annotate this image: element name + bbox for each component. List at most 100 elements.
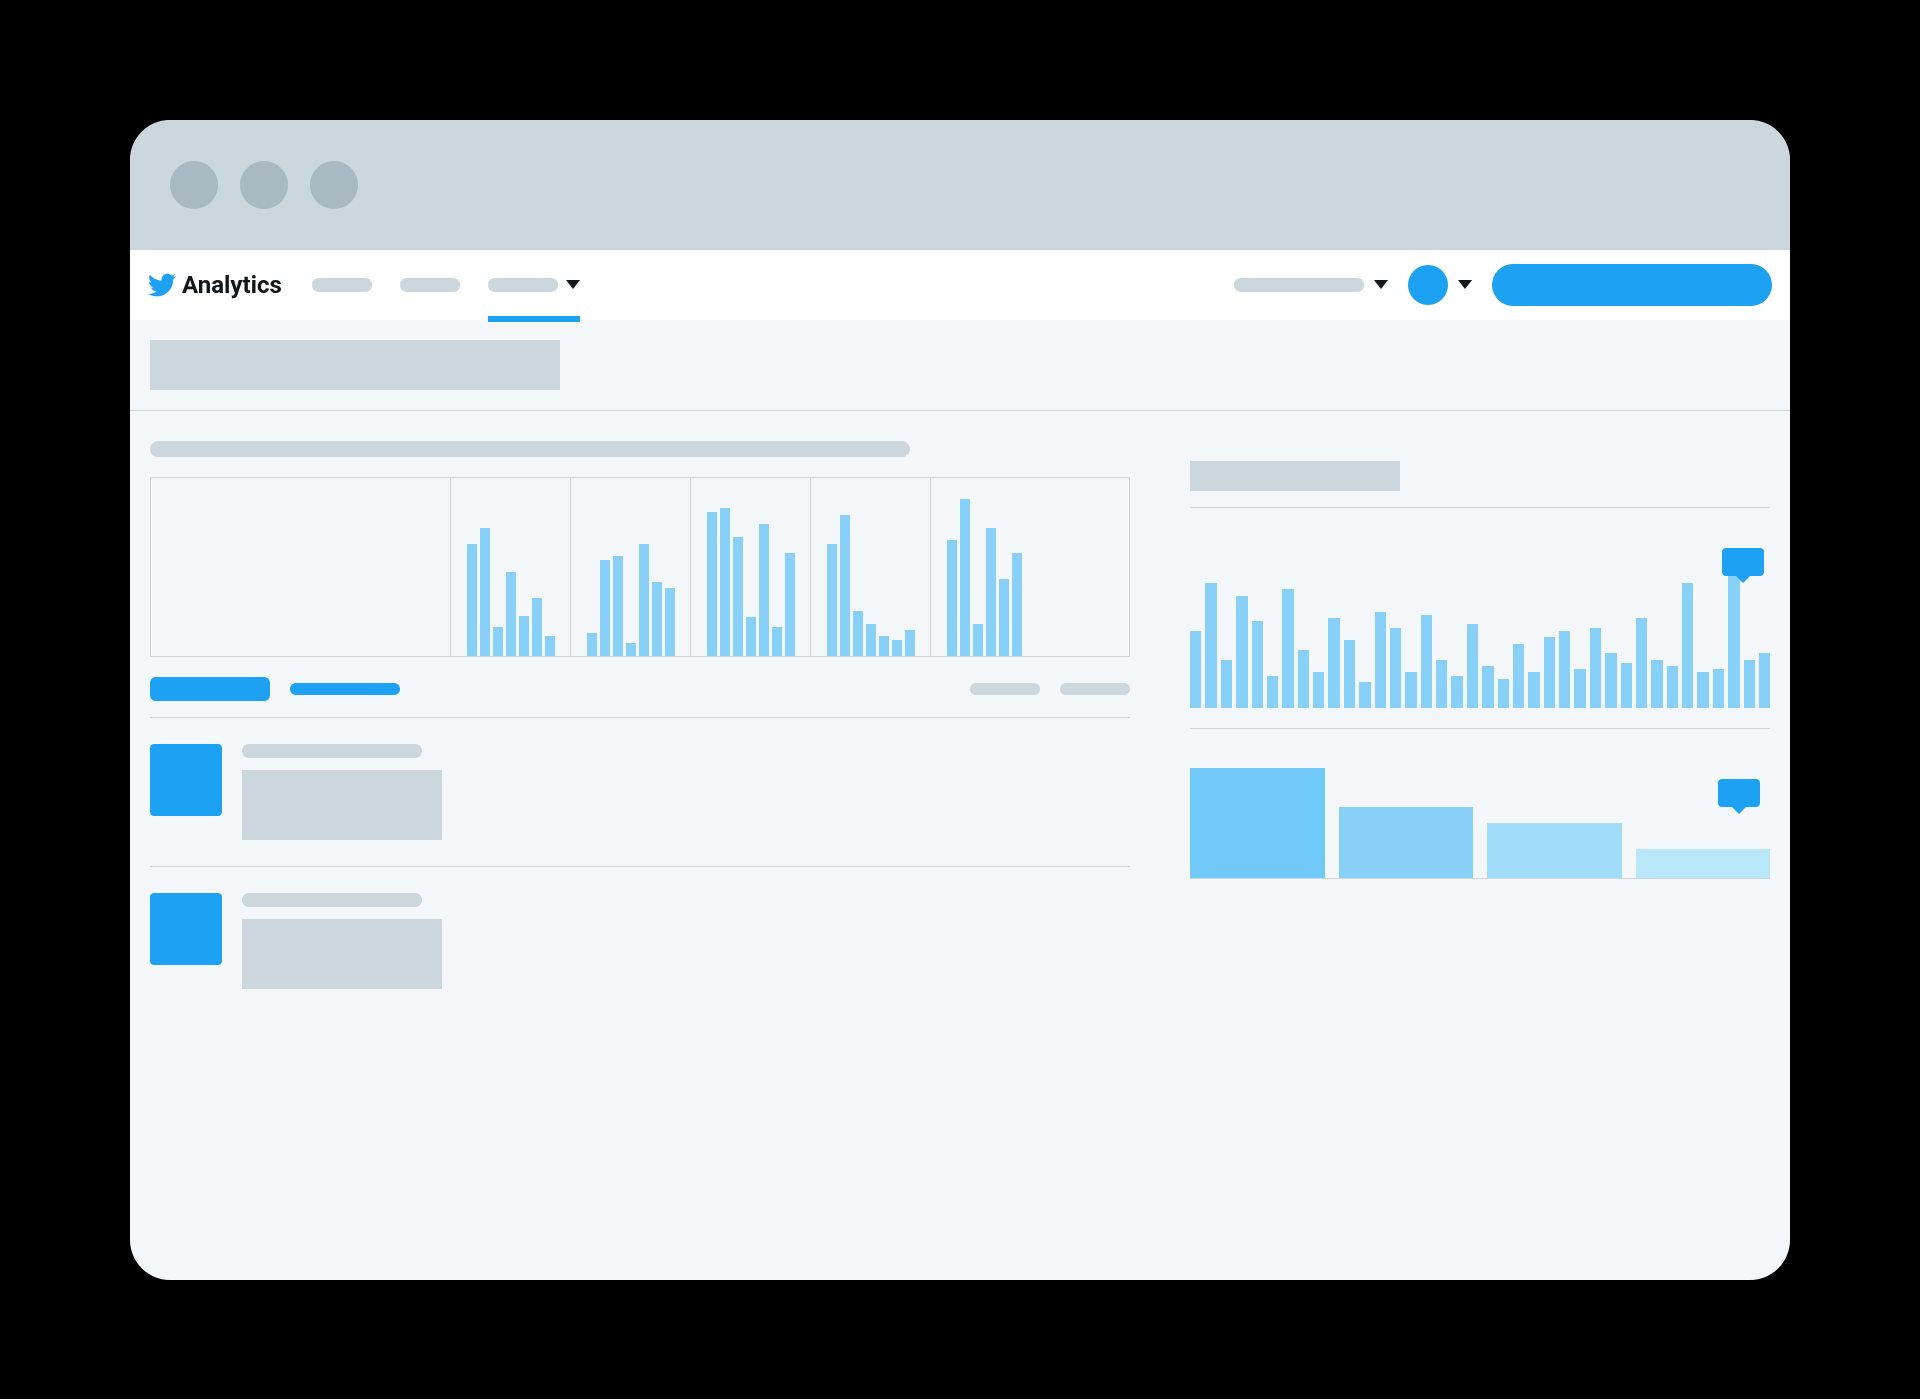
chart-bar xyxy=(1313,672,1324,707)
chart-bar xyxy=(1513,644,1524,708)
chart-bar xyxy=(960,499,970,656)
app-window: Analytics xyxy=(130,120,1790,1280)
chart-bar xyxy=(1482,666,1493,708)
window-control-minimize[interactable] xyxy=(240,161,288,209)
chart-bar xyxy=(1636,849,1771,878)
chart-bar xyxy=(1651,660,1662,708)
chart-bar xyxy=(1713,669,1724,707)
chart-bar xyxy=(840,515,850,656)
twitter-bird-icon xyxy=(148,271,176,299)
chart-bar xyxy=(587,633,597,655)
chart-bar xyxy=(892,640,902,656)
chart-bar xyxy=(665,588,675,655)
chart-bar xyxy=(746,617,756,655)
tweet-list-item[interactable] xyxy=(150,867,1130,1015)
cta-button[interactable] xyxy=(1492,264,1772,306)
tabs-right xyxy=(970,683,1130,695)
chart-bar xyxy=(999,579,1009,656)
avatar xyxy=(150,744,222,816)
main-row xyxy=(130,411,1790,1015)
side-bar-chart xyxy=(1190,518,1770,708)
window-control-maximize[interactable] xyxy=(310,161,358,209)
page-header xyxy=(130,320,1790,410)
chart-bar xyxy=(1390,628,1401,708)
chart-bar xyxy=(1298,650,1309,708)
nav-item-label-placeholder xyxy=(400,278,460,292)
tab-active[interactable] xyxy=(150,677,270,701)
nav-item-2[interactable] xyxy=(400,250,460,320)
brand[interactable]: Analytics xyxy=(148,271,282,299)
chevron-down-icon xyxy=(566,280,580,289)
account-selector[interactable] xyxy=(1234,278,1388,292)
chart-bar xyxy=(1421,615,1432,708)
chart-bar xyxy=(785,553,795,655)
nav-item-3-active[interactable] xyxy=(488,250,580,320)
tab-secondary[interactable] xyxy=(290,683,400,695)
chart-bar xyxy=(1359,682,1370,708)
chart-bar xyxy=(1205,583,1216,708)
tab-metric-2[interactable] xyxy=(1060,683,1130,695)
chart-bar xyxy=(1190,768,1325,878)
nav-item-1[interactable] xyxy=(312,250,372,320)
chart-bar xyxy=(1436,660,1447,708)
chart-bar xyxy=(639,544,649,656)
chart-bar xyxy=(1190,631,1201,708)
window-titlebar xyxy=(130,120,1790,250)
chart-group-4 xyxy=(811,478,931,656)
tabs-row xyxy=(150,677,1130,718)
chart-bar xyxy=(853,611,863,656)
chart-bar xyxy=(973,624,983,656)
tab-metric-1[interactable] xyxy=(970,683,1040,695)
chart-bar xyxy=(759,524,769,655)
left-column xyxy=(150,411,1130,1015)
chart-bar xyxy=(1697,672,1708,707)
chart-bar xyxy=(1451,676,1462,708)
chart-bar xyxy=(1590,628,1601,708)
chart-tooltip xyxy=(1718,779,1760,807)
avatar xyxy=(150,893,222,965)
chart-bar xyxy=(467,544,477,656)
list-item-content-placeholder xyxy=(242,919,442,989)
chart-bar xyxy=(1636,618,1647,708)
chart-bar xyxy=(1487,823,1622,878)
chart-bar xyxy=(905,630,915,656)
chart-group-1 xyxy=(451,478,571,656)
chart-bar xyxy=(947,540,957,655)
subtitle-placeholder xyxy=(150,441,910,457)
window-control-close[interactable] xyxy=(170,161,218,209)
right-column xyxy=(1190,411,1770,1015)
chart-bar xyxy=(519,616,529,656)
chart-bar xyxy=(613,556,623,655)
chart-bar xyxy=(1667,666,1678,708)
chart-bar xyxy=(1559,631,1570,708)
list-item-content-placeholder xyxy=(242,770,442,840)
tweet-list-item[interactable] xyxy=(150,718,1130,867)
chart-bar xyxy=(1498,679,1509,708)
chart-bar xyxy=(493,627,503,656)
chart-bar xyxy=(707,512,717,656)
list-item-body xyxy=(242,744,442,840)
chart-bar xyxy=(1728,570,1739,708)
chart-bar xyxy=(1605,653,1616,707)
chart-bar xyxy=(480,528,490,656)
chevron-down-icon xyxy=(1458,280,1472,289)
account-label-placeholder xyxy=(1234,278,1364,292)
chart-bar xyxy=(1621,663,1632,708)
chart-bar xyxy=(1252,621,1263,707)
chart-bar xyxy=(545,636,555,655)
chart-tooltip xyxy=(1722,548,1764,576)
chart-bar xyxy=(1221,660,1232,708)
chart-bar xyxy=(1012,553,1022,655)
profile-menu[interactable] xyxy=(1408,265,1472,305)
divider xyxy=(1190,728,1770,729)
chart-bar xyxy=(626,643,636,656)
chart-bar xyxy=(1405,672,1416,707)
chart-bar xyxy=(652,582,662,656)
chart-bar xyxy=(720,508,730,655)
chart-bar xyxy=(772,627,782,656)
chart-bar xyxy=(1528,672,1539,707)
chart-bar xyxy=(1375,612,1386,708)
chart-bar xyxy=(827,544,837,656)
side-title-placeholder xyxy=(1190,461,1400,491)
chart-bar xyxy=(986,528,996,656)
